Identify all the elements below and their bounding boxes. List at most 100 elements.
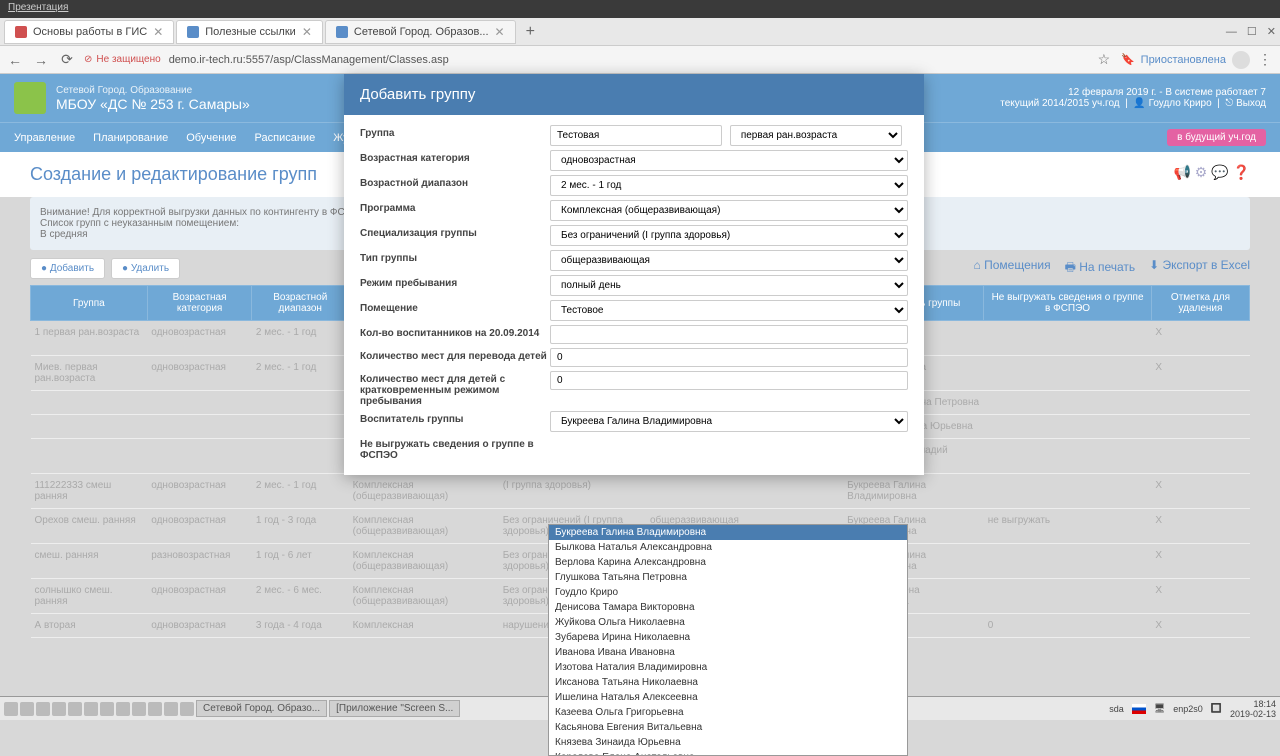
label: Помещение <box>360 300 550 314</box>
tray-icon[interactable] <box>36 702 50 716</box>
dropdown-item[interactable]: Иванова Ивана Ивановна <box>549 645 907 660</box>
exit-link[interactable]: Выход <box>1236 98 1266 109</box>
tray-icon[interactable] <box>148 702 162 716</box>
tab-icon <box>15 26 27 38</box>
col-header: Возрастная категория <box>147 286 252 321</box>
tab-2[interactable]: Сетевой Город. Образов...✕ <box>325 20 516 44</box>
table-row[interactable]: 111222333 смеш ранняяодновозрастная2 мес… <box>31 474 1250 509</box>
tray-icon[interactable] <box>132 702 146 716</box>
tray-icon[interactable] <box>116 702 130 716</box>
menu-icon[interactable]: ⋮ <box>1256 51 1274 68</box>
dropdown-item[interactable]: Зубарева Ирина Николаевна <box>549 630 907 645</box>
tab-icon <box>336 26 348 38</box>
rooms-link[interactable]: ⌂ Помещения <box>974 258 1051 279</box>
label: Воспитатель группы <box>360 411 550 425</box>
window-close-icon[interactable]: ✕ <box>1267 25 1276 38</box>
group-input[interactable] <box>550 125 722 146</box>
window-title: Презентация <box>0 0 1280 18</box>
url-text[interactable]: demo.ir-tech.ru:5557/asp/ClassManagement… <box>169 54 1087 66</box>
task-button[interactable]: Сетевой Город. Образо... <box>196 700 327 717</box>
transfer-input[interactable] <box>550 348 908 367</box>
teacher-select[interactable]: Букреева Галина Владимировна <box>550 411 908 432</box>
label-group: Группа <box>360 125 550 139</box>
tab-0[interactable]: Основы работы в ГИС✕ <box>4 20 174 44</box>
room-select[interactable]: Тестовое <box>550 300 908 321</box>
url-bar: ← → ⟳ ⊘ Не защищено demo.ir-tech.ru:5557… <box>0 46 1280 74</box>
task-button[interactable]: [Приложение "Screen S... <box>329 700 460 717</box>
label: Не выгружать сведения о группе в ФСПЭО <box>360 436 550 461</box>
label: Возрастной диапазон <box>360 175 550 189</box>
dropdown-item[interactable]: Касьянова Евгения Витальевна <box>549 720 907 735</box>
menu-item[interactable]: Расписание <box>255 132 316 144</box>
tray-icon[interactable] <box>84 702 98 716</box>
dropdown-item[interactable]: Князева Зинаида Юрьевна <box>549 735 907 750</box>
delete-button[interactable]: ● Удалить <box>111 258 180 279</box>
dropdown-item[interactable]: Гоудло Криро <box>549 585 907 600</box>
close-icon: ✕ <box>495 25 505 39</box>
dropdown-item[interactable]: Глушкова Татьяна Петровна <box>549 570 907 585</box>
close-icon: ✕ <box>302 25 312 39</box>
header-date: 12 февраля 2019 г. - В системе работает … <box>1000 87 1266 98</box>
browser-tabs: Основы работы в ГИС✕ Полезные ссылки✕ Се… <box>0 18 1280 46</box>
teacher-dropdown[interactable]: Букреева Галина ВладимировнаБылкова Ната… <box>548 524 908 756</box>
menu-item[interactable]: Обучение <box>186 132 236 144</box>
dropdown-item[interactable]: Жуйкова Ольга Николаевна <box>549 615 907 630</box>
label: Кол-во воспитанников на 20.09.2014 <box>360 325 550 339</box>
menu-item[interactable]: Управление <box>14 132 75 144</box>
print-link[interactable]: 🖶 На печать <box>1065 258 1136 279</box>
spec-select[interactable]: Без ограничений (I группа здоровья) <box>550 225 908 246</box>
age-range-select[interactable]: 2 мес. - 1 год <box>550 175 908 196</box>
label: Тип группы <box>360 250 550 264</box>
short-input[interactable] <box>550 371 908 390</box>
type-select[interactable]: общеразвивающая <box>550 250 908 271</box>
bookmark-icon[interactable]: 🔖 <box>1121 53 1135 66</box>
start-icon[interactable] <box>4 702 18 716</box>
dropdown-item[interactable]: Ишелина Наталья Алексеевна <box>549 690 907 705</box>
back-icon[interactable]: ← <box>6 52 24 68</box>
tray-icon[interactable] <box>100 702 114 716</box>
menu-item[interactable]: Планирование <box>93 132 168 144</box>
export-link[interactable]: ⬇ Экспорт в Excel <box>1149 258 1250 279</box>
security-badge[interactable]: ⊘ Не защищено <box>84 54 161 65</box>
label: Программа <box>360 200 550 214</box>
forward-icon[interactable]: → <box>32 52 50 68</box>
dropdown-item[interactable]: Денисова Тамара Викторовна <box>549 600 907 615</box>
tab-icon <box>187 26 199 38</box>
lang-flag-icon[interactable] <box>1132 704 1146 714</box>
add-group-modal: Добавить группу Группапервая ран.возраст… <box>344 74 924 475</box>
count-input[interactable] <box>550 325 908 344</box>
col-header: Отметка для удаления <box>1151 286 1249 321</box>
paused-label: Приостановлена <box>1141 54 1226 66</box>
tray-icon[interactable] <box>20 702 34 716</box>
year-badge[interactable]: в будущий уч.год <box>1167 129 1266 146</box>
logo <box>14 82 46 114</box>
col-header: Группа <box>31 286 148 321</box>
age-select[interactable]: первая ран.возраста <box>730 125 902 146</box>
col-header: Не выгружать сведения о группе в ФСПЭО <box>984 286 1152 321</box>
dropdown-item[interactable]: Былкова Наталья Александровна <box>549 540 907 555</box>
dropdown-item[interactable]: Верлова Карина Александровна <box>549 555 907 570</box>
tray-icon[interactable] <box>52 702 66 716</box>
window-max-icon[interactable]: ☐ <box>1239 25 1265 38</box>
program-select[interactable]: Комплексная (общеразвивающая) <box>550 200 908 221</box>
avatar[interactable] <box>1232 51 1250 69</box>
new-tab-button[interactable]: + <box>518 23 543 41</box>
page-icons[interactable]: 📢 ⚙ 💬 ❓ <box>1173 164 1250 185</box>
mode-select[interactable]: полный день <box>550 275 908 296</box>
window-min-icon[interactable]: — <box>1226 26 1237 38</box>
reload-icon[interactable]: ⟳ <box>58 51 76 68</box>
dropdown-item[interactable]: Иксанова Татьяна Николаевна <box>549 675 907 690</box>
dropdown-item[interactable]: Букреева Галина Владимировна <box>549 525 907 540</box>
tab-1[interactable]: Полезные ссылки✕ <box>176 20 323 44</box>
tray-icon[interactable] <box>180 702 194 716</box>
tray-icon[interactable] <box>68 702 82 716</box>
add-button[interactable]: ● Добавить <box>30 258 105 279</box>
label: Количество мест для детей с кратковремен… <box>360 371 550 407</box>
age-cat-select[interactable]: одновозрастная <box>550 150 908 171</box>
label: Специализация группы <box>360 225 550 239</box>
dropdown-item[interactable]: Королева Елена Анатольевна <box>549 750 907 756</box>
dropdown-item[interactable]: Изотова Наталия Владимировна <box>549 660 907 675</box>
star-icon[interactable]: ☆ <box>1095 51 1113 68</box>
tray-icon[interactable] <box>164 702 178 716</box>
dropdown-item[interactable]: Казеева Ольга Григорьевна <box>549 705 907 720</box>
